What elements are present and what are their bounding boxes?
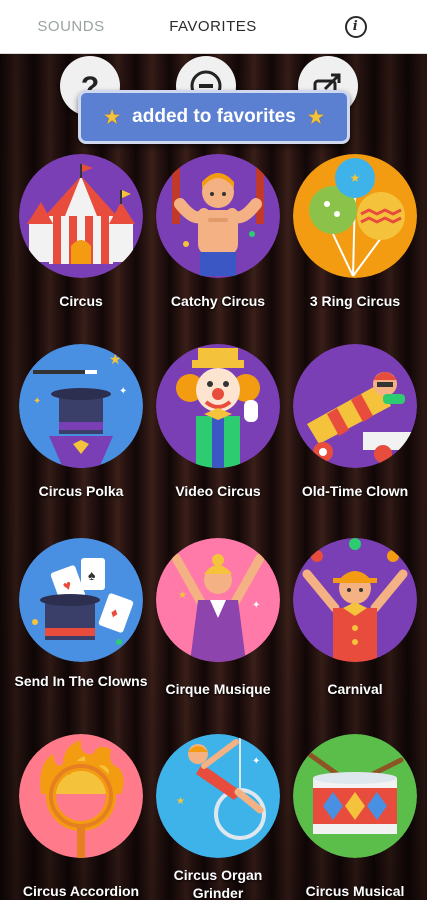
sound-item-old-time-clown[interactable]: Old-Time Clown: [284, 344, 426, 514]
svg-text:★: ★: [350, 171, 361, 185]
sound-item-circus-musical[interactable]: Circus Musical: [284, 734, 426, 900]
sound-item-circus-polka[interactable]: ★ ✦ ✦ Circus Polka: [10, 344, 152, 514]
svg-text:♠: ♠: [88, 567, 96, 583]
svg-text:✦: ✦: [33, 396, 41, 407]
sound-label: Old-Time Clown: [301, 483, 409, 499]
svg-text:★: ★: [178, 590, 187, 601]
drum-icon: [293, 734, 417, 858]
sound-item-circus-accordion[interactable]: Circus Accordion: [10, 734, 152, 900]
tab-info[interactable]: i: [284, 0, 427, 54]
sound-label: Catchy Circus: [170, 293, 266, 309]
star-icon: ★: [104, 106, 121, 127]
juggler-icon: [293, 538, 417, 662]
ring-of-fire-icon: [19, 734, 143, 858]
sounds-grid-area[interactable]: ? ★ added to favorites ★ Circus Catchy C…: [0, 54, 427, 900]
sound-label: Circus Accordion: [22, 883, 140, 899]
sound-item-3-ring-circus[interactable]: ★ 3 Ring Circus: [284, 154, 426, 324]
sound-label: Circus Organ Grinder: [173, 867, 263, 900]
sound-item-send-in-the-clowns[interactable]: ♥ ♠ ♦ Send In The Clowns: [10, 538, 152, 708]
magic-hat-icon: ★ ✦ ✦: [19, 344, 143, 468]
sound-label: Carnival: [327, 681, 383, 697]
sound-item-carnival[interactable]: Carnival: [284, 538, 426, 708]
added-to-favorites-toast: ★ added to favorites ★: [78, 90, 350, 144]
sound-item-circus-organ-grinder[interactable]: ★ ✦ Circus Organ Grinder: [147, 734, 289, 900]
svg-text:✦: ✦: [119, 386, 127, 397]
sound-item-cirque-musique[interactable]: ★ ✦ Cirque Musique: [147, 538, 289, 708]
strongman-icon: [156, 154, 280, 278]
info-icon: i: [344, 15, 367, 38]
star-icon: ★: [307, 106, 324, 127]
sound-label: Send In The Clowns: [14, 673, 148, 689]
sound-label: Circus Musical: [305, 883, 405, 899]
balloons-icon: ★: [293, 154, 417, 278]
sound-label: Video Circus: [175, 483, 261, 499]
svg-text:★: ★: [176, 796, 185, 807]
aerialist-icon: ★ ✦: [156, 734, 280, 858]
tab-bar: SOUNDS FAVORITES i: [0, 0, 427, 54]
svg-text:✦: ✦: [252, 756, 260, 767]
svg-text:✦: ✦: [252, 600, 260, 611]
tab-sounds[interactable]: SOUNDS: [0, 0, 142, 54]
clown-icon: [156, 344, 280, 468]
toast-text: added to favorites: [132, 106, 296, 127]
sound-item-video-circus[interactable]: Video Circus: [147, 344, 289, 514]
sound-label: Circus: [59, 293, 103, 309]
sound-label: Cirque Musique: [165, 681, 271, 697]
sound-item-catchy-circus[interactable]: Catchy Circus: [147, 154, 289, 324]
sound-item-circus[interactable]: Circus: [10, 154, 152, 324]
magic-cards-icon: ♥ ♠ ♦: [19, 538, 143, 662]
sound-label: 3 Ring Circus: [309, 293, 401, 309]
cannon-icon: [293, 344, 417, 468]
svg-text:★: ★: [109, 351, 122, 367]
tab-favorites[interactable]: FAVORITES: [142, 0, 284, 54]
circus-tent-icon: [19, 154, 143, 278]
acrobat-icon: ★ ✦: [156, 538, 280, 662]
sound-label: Circus Polka: [38, 483, 124, 499]
